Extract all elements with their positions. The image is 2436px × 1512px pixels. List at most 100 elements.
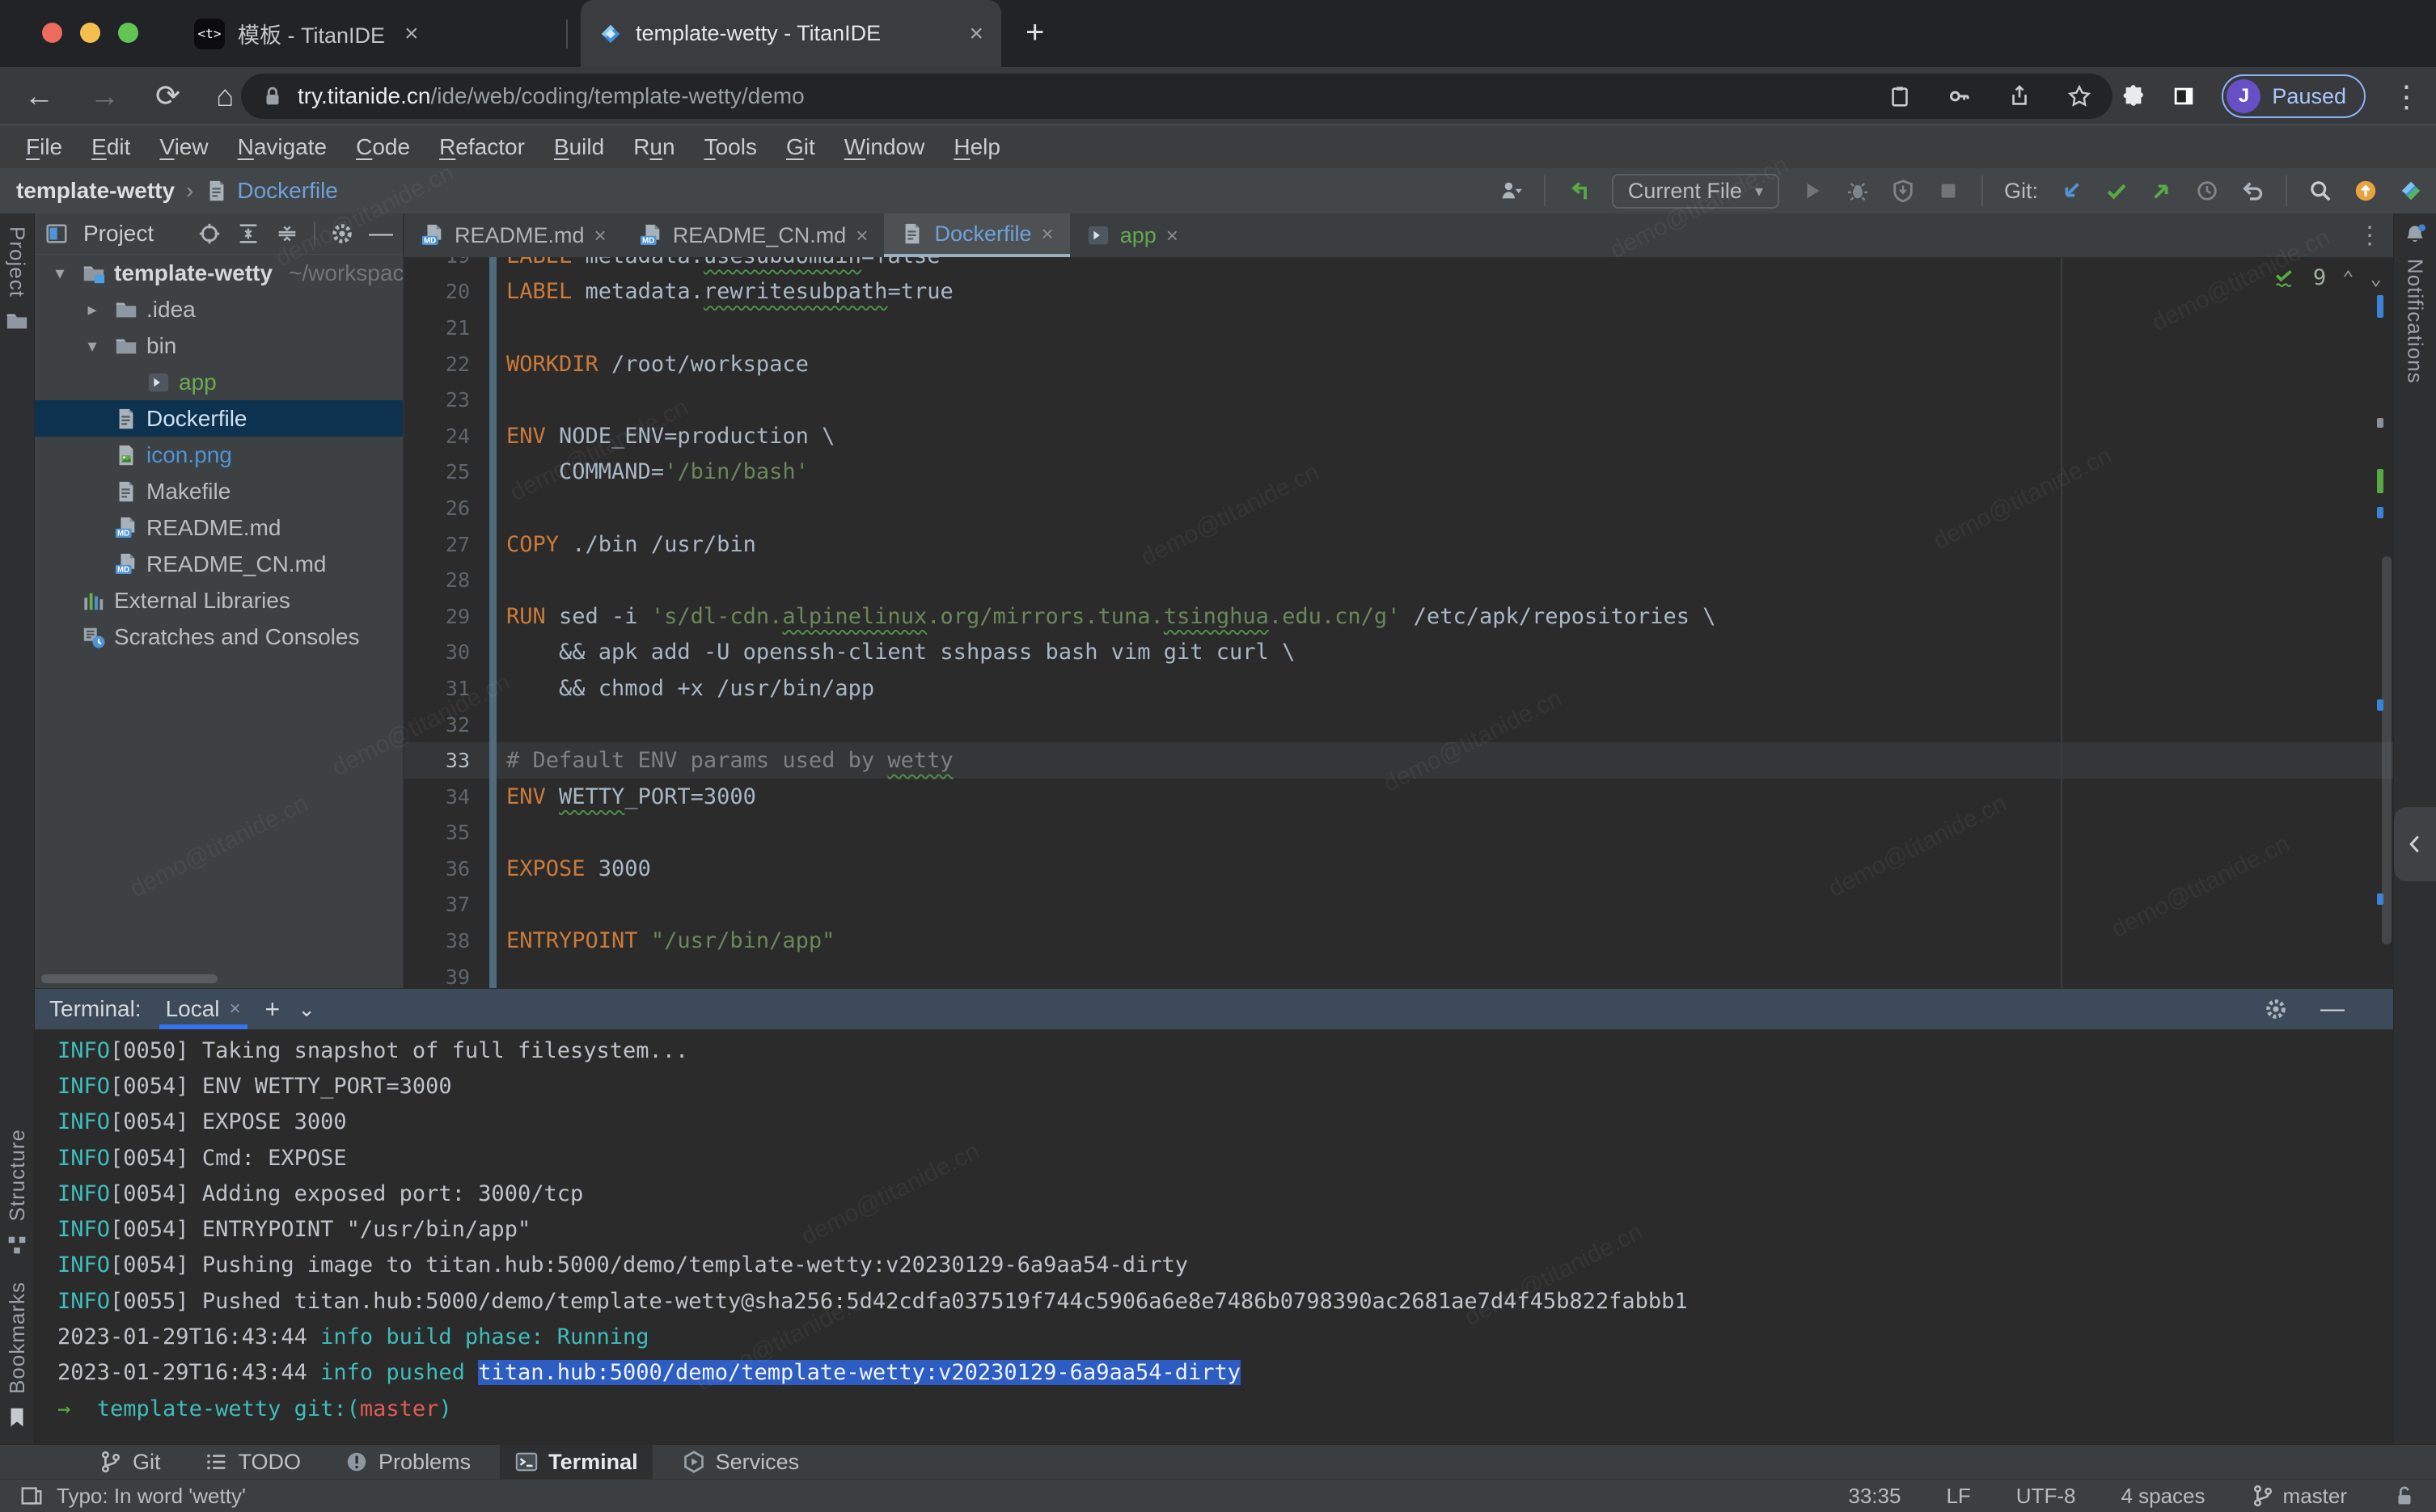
menu-build[interactable]: Build — [543, 134, 615, 160]
hide-terminal-icon[interactable]: — — [2320, 995, 2345, 1023]
close-icon[interactable]: × — [230, 998, 241, 1020]
menu-run[interactable]: Run — [622, 134, 686, 160]
rollback-icon[interactable] — [2240, 179, 2265, 203]
code-line-25[interactable]: 25 COMMAND='/bin/bash' — [404, 454, 2393, 491]
code-line-24[interactable]: 24ENV NODE_ENV=production \ — [404, 418, 2393, 454]
project-tree[interactable]: ▾template-wetty~/workspace▸.idea▾binappD… — [35, 255, 403, 988]
close-icon[interactable]: × — [594, 223, 607, 248]
next-problem-icon[interactable]: ⌄ — [2370, 267, 2382, 289]
new-tab-button[interactable]: + — [1026, 15, 1044, 51]
reload-icon[interactable]: ⟳ — [155, 78, 180, 113]
debug-icon[interactable] — [1846, 179, 1870, 203]
bookmark-star-icon[interactable] — [2067, 84, 2091, 108]
editor-tab-readme-cn-md[interactable]: MDREADME_CN.md× — [623, 213, 885, 257]
code-line-37[interactable]: 37 — [404, 887, 2393, 923]
code-line-29[interactable]: 29RUN sed -i 's/dl-cdn.alpinelinux.org/m… — [404, 598, 2393, 635]
tree-item-scratches-and-consoles[interactable]: Scratches and Consoles — [35, 619, 403, 655]
tree-item--idea[interactable]: ▸.idea — [35, 291, 403, 327]
key-icon[interactable] — [1948, 84, 1972, 108]
build-icon[interactable] — [1567, 179, 1591, 203]
search-icon[interactable] — [2308, 179, 2332, 203]
tree-item-bin[interactable]: ▾bin — [35, 327, 403, 364]
editor-tab-readme-md[interactable]: MDREADME.md× — [404, 213, 623, 257]
share-icon[interactable] — [2007, 84, 2032, 108]
coverage-icon[interactable] — [1891, 179, 1915, 203]
code-line-19[interactable]: 19LABEL metadata.usesubdomain=false — [404, 257, 2393, 274]
menu-tools[interactable]: Tools — [693, 134, 768, 160]
select-opened-file-icon[interactable] — [197, 222, 222, 246]
chevron-down-icon[interactable]: ▾ — [78, 336, 106, 357]
profile-button[interactable]: J Paused — [2222, 74, 2366, 118]
history-icon[interactable] — [2195, 179, 2219, 203]
browser-tab-2[interactable]: template-wetty - TitanIDE × — [581, 0, 1001, 67]
menu-git[interactable]: Git — [775, 134, 827, 160]
menu-refactor[interactable]: Refactor — [428, 134, 536, 160]
code-line-30[interactable]: 30 && apk add -U openssh-client sshpass … — [404, 635, 2393, 671]
lock-open-icon[interactable] — [2392, 1484, 2417, 1508]
toolwindow-terminal-button[interactable]: Terminal — [500, 1445, 653, 1479]
toolwindow-services-button[interactable]: Services — [667, 1445, 814, 1479]
code-line-35[interactable]: 35 — [404, 815, 2393, 851]
run-config-dropdown[interactable]: Current File ▾ — [1612, 174, 1779, 209]
close-icon[interactable]: × — [1042, 222, 1054, 247]
chevron-right-icon[interactable]: ▸ — [78, 299, 106, 320]
code-editor[interactable]: 19LABEL metadata.usesubdomain=false20LAB… — [404, 257, 2393, 988]
indent-setting[interactable]: 4 spaces — [2121, 1484, 2205, 1509]
editor-preview-icon[interactable] — [19, 1484, 44, 1508]
code-line-20[interactable]: 20LABEL metadata.rewritesubpath=true — [404, 274, 2393, 310]
browser-menu-icon[interactable]: ⋮ — [2392, 79, 2421, 114]
editor-tab-app[interactable]: app× — [1070, 213, 1195, 257]
menu-edit[interactable]: Edit — [80, 134, 142, 160]
code-line-32[interactable]: 32 — [404, 707, 2393, 743]
home-icon[interactable]: ⌂ — [216, 79, 234, 113]
code-line-39[interactable]: 39 — [404, 959, 2393, 988]
browser-tab-1[interactable]: <t> 模板 - TitanIDE × — [176, 0, 437, 67]
tree-item-readme-md[interactable]: MDREADME.md — [35, 509, 403, 546]
breadcrumb-project[interactable]: template-wetty — [16, 178, 175, 204]
code-line-28[interactable]: 28 — [404, 562, 2393, 598]
close-icon[interactable]: × — [1166, 223, 1178, 248]
menu-window[interactable]: Window — [833, 134, 937, 160]
tree-horizontal-scrollbar[interactable] — [41, 974, 218, 983]
tree-item-icon-png[interactable]: icon.png — [35, 437, 403, 473]
breadcrumb-file[interactable]: Dockerfile — [205, 178, 337, 204]
new-terminal-icon[interactable]: + — [265, 995, 281, 1024]
address-bar[interactable]: try.titanide.cn/ide/web/coding/template-… — [241, 74, 2112, 119]
code-line-33[interactable]: 33# Default ENV params used by wetty — [404, 742, 2393, 779]
stop-icon[interactable] — [1936, 179, 1960, 203]
zoom-window-button[interactable] — [118, 23, 138, 43]
editor-tabs-menu-icon[interactable]: ⋮ — [2358, 222, 2393, 250]
ide-update-icon[interactable] — [2354, 179, 2378, 203]
prev-problem-icon[interactable]: ⌃ — [2342, 267, 2354, 289]
terminal-settings-icon[interactable] — [2264, 997, 2288, 1021]
close-tab-icon[interactable]: × — [969, 20, 983, 48]
menu-help[interactable]: Help — [942, 134, 1012, 160]
terminal-dropdown-icon[interactable]: ⌄ — [298, 997, 315, 1022]
git-update-icon[interactable] — [2059, 179, 2083, 203]
code-line-34[interactable]: 34ENV WETTY_PORT=3000 — [404, 779, 2393, 815]
chevron-down-icon[interactable]: ▾ — [46, 263, 74, 284]
code-line-38[interactable]: 38ENTRYPOINT "/usr/bin/app" — [404, 923, 2393, 959]
git-commit-icon[interactable] — [2104, 179, 2129, 203]
gear-icon[interactable] — [330, 222, 354, 246]
collapse-all-icon[interactable] — [275, 222, 299, 246]
toolwindow-structure-button[interactable]: Structure — [5, 1129, 30, 1257]
close-tab-icon[interactable]: × — [404, 20, 419, 48]
close-icon[interactable]: × — [856, 223, 868, 248]
tree-item-makefile[interactable]: Makefile — [35, 473, 403, 509]
tree-item-app[interactable]: app — [35, 364, 403, 400]
user-dropdown-icon[interactable] — [1499, 179, 1523, 203]
forward-icon[interactable]: → — [90, 79, 120, 113]
editor-scrollbar[interactable] — [2382, 556, 2392, 944]
code-line-26[interactable]: 26 — [404, 490, 2393, 526]
side-panel-handle[interactable] — [2394, 807, 2436, 881]
code-line-22[interactable]: 22WORKDIR /root/workspace — [404, 346, 2393, 382]
file-encoding[interactable]: UTF-8 — [2016, 1484, 2076, 1509]
toolwindow-todo-button[interactable]: TODO — [190, 1445, 316, 1479]
minimize-window-button[interactable] — [80, 23, 100, 43]
menu-navigate[interactable]: Navigate — [226, 134, 339, 160]
tree-item-template-wetty[interactable]: ▾template-wetty~/workspace — [35, 255, 403, 291]
hide-panel-icon[interactable]: — — [369, 220, 393, 247]
terminal-console[interactable]: INFO[0050] Taking snapshot of full files… — [35, 1029, 2393, 1444]
window-controls[interactable] — [42, 23, 138, 43]
